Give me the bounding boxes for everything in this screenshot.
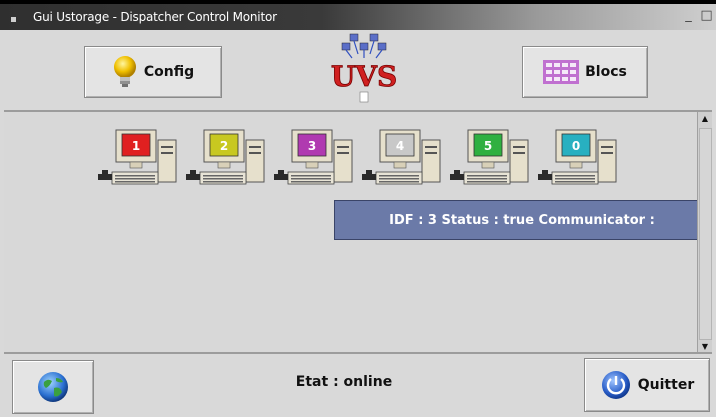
station-number: 0 [572,139,580,153]
window-title: Gui Ustorage - Dispatcher Control Monito… [33,10,277,24]
title-bar[interactable]: Gui Ustorage - Dispatcher Control Monito… [0,4,716,30]
computer-icon: 3 [274,129,353,185]
station-1[interactable]: 1 [98,128,180,192]
globe-icon [38,372,68,402]
toolbar: Config UVS Blocs [4,30,712,110]
scroll-up-icon[interactable]: ▲ [698,112,712,126]
computer-icon: 1 [98,129,177,185]
station-0[interactable]: 0 [538,128,620,192]
power-icon [601,371,630,399]
computer-icon: 0 [538,129,617,185]
blocks-grid-icon [543,60,580,84]
computer-icon: 5 [450,129,529,185]
system-menu-icon[interactable] [11,17,16,22]
station-3[interactable]: 3 [274,128,356,192]
config-label: Config [143,64,195,80]
station-4[interactable]: 4 [362,128,444,192]
station-number: 1 [132,139,140,153]
station-number: 5 [484,139,492,153]
station-number: 4 [396,139,404,153]
config-button[interactable]: Config [84,46,222,98]
quit-label: Quitter [637,377,695,393]
logo-text: UVS [331,60,397,93]
globe-button[interactable] [12,360,94,414]
station-5[interactable]: 5 [450,128,532,192]
app-logo: UVS [324,32,404,106]
minimize-button[interactable]: _ [681,7,696,24]
quit-button[interactable]: Quitter [584,358,710,412]
lightbulb-icon [113,56,136,87]
station-number: 2 [220,139,228,153]
status-bar: Etat : online Quitter [4,352,712,416]
app-window: Gui Ustorage - Dispatcher Control Monito… [0,0,716,417]
station-2[interactable]: 2 [186,128,268,192]
vertical-scrollbar[interactable]: ▲ ▼ [697,112,712,354]
maximize-button[interactable]: □ [699,7,714,24]
blocs-button[interactable]: Blocs [522,46,648,98]
station-panel: 1 2 3 4 5 0 IDF : 3 Status : true Communicato… [4,110,712,354]
computer-icon: 4 [362,129,441,185]
blocs-label: Blocs [585,64,627,80]
station-tooltip: IDF : 3 Status : true Communicator : [334,200,710,240]
computer-icon: 2 [186,129,265,185]
station-number: 3 [308,139,316,153]
scroll-thumb[interactable] [699,128,712,340]
status-text: Etat : online [295,374,393,390]
